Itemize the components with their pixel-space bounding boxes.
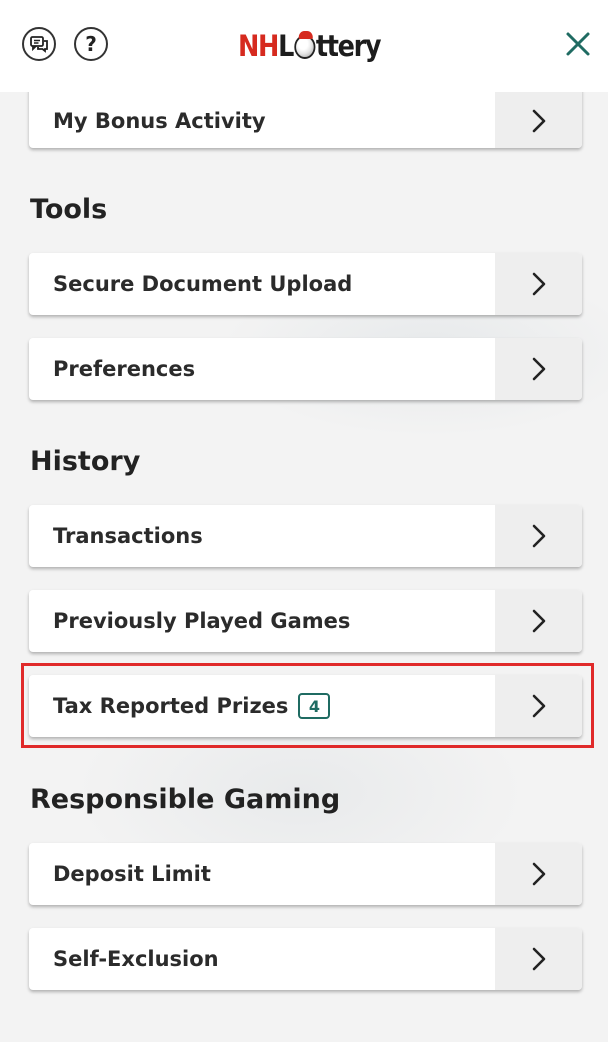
section-title-tools: Tools: [30, 194, 108, 225]
help-button[interactable]: ?: [74, 27, 108, 61]
header-bar: ? NH Lttery: [0, 0, 608, 92]
section-title-history: History: [30, 446, 141, 477]
menu-item-self-exclusion[interactable]: Self-Exclusion: [29, 928, 582, 990]
menu-page: ? NH Lttery My Bonus Activity Tools Secur…: [0, 0, 608, 1042]
menu-item-transactions[interactable]: Transactions: [29, 505, 582, 567]
chevron-right-icon: [495, 675, 582, 737]
close-icon[interactable]: [562, 28, 594, 60]
chevron-right-icon: [495, 505, 582, 567]
menu-item-label: Transactions: [53, 524, 203, 548]
chevron-right-icon: [495, 928, 582, 990]
count-badge: 4: [298, 693, 331, 719]
menu-item-label: Self-Exclusion: [53, 947, 219, 971]
tax-reported-prizes-label: Tax Reported Prizes: [53, 694, 289, 718]
section-title-responsible-gaming: Responsible Gaming: [30, 784, 341, 815]
menu-item-my-bonus-activity[interactable]: My Bonus Activity: [29, 86, 582, 148]
help-icon: ?: [85, 32, 97, 56]
menu-item-preferences[interactable]: Preferences: [29, 338, 582, 400]
chevron-right-icon: [495, 843, 582, 905]
menu-item-label: Deposit Limit: [53, 862, 211, 886]
menu-item-deposit-limit[interactable]: Deposit Limit: [29, 843, 582, 905]
menu-item-label: My Bonus Activity: [53, 109, 266, 133]
chat-button[interactable]: [22, 27, 56, 61]
chevron-right-icon: [495, 86, 582, 148]
chevron-right-icon: [495, 338, 582, 400]
menu-item-label: Previously Played Games: [53, 609, 351, 633]
menu-item-label: Secure Document Upload: [53, 272, 353, 296]
lottery-ball-icon: [293, 31, 316, 59]
menu-item-tax-reported-prizes[interactable]: Tax Reported Prizes 4: [29, 675, 582, 737]
nh-lottery-logo[interactable]: NH Lttery: [238, 26, 382, 66]
menu-item-secure-document-upload[interactable]: Secure Document Upload: [29, 253, 582, 315]
chevron-right-icon: [495, 253, 582, 315]
menu-item-label: Tax Reported Prizes 4: [53, 693, 495, 719]
chat-bubbles-icon: [30, 36, 48, 53]
menu-item-label: Preferences: [53, 357, 196, 381]
menu-item-previously-played-games[interactable]: Previously Played Games: [29, 590, 582, 652]
chevron-right-icon: [495, 590, 582, 652]
